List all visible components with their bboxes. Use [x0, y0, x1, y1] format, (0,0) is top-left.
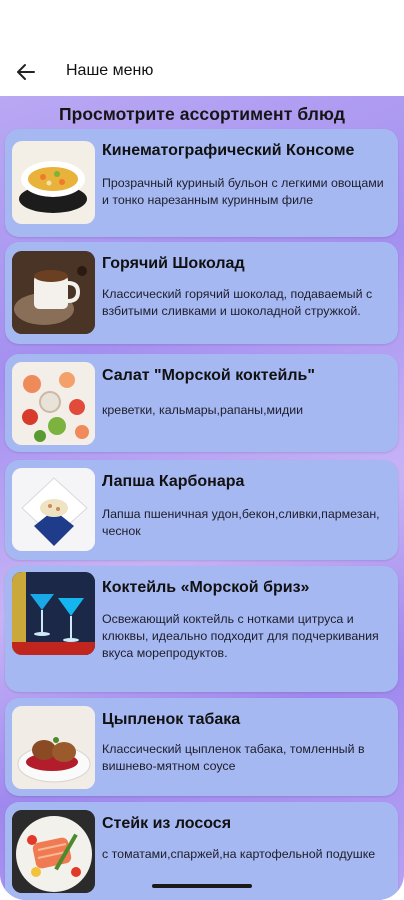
dish-name: Кинематографический Консоме [102, 142, 355, 159]
dish-card[interactable]: Лапша Карбонара Лапша пшеничная удон,бек… [5, 460, 398, 560]
dish-card[interactable]: Горячий Шоколад Классический горячий шок… [5, 242, 398, 344]
dish-card[interactable]: Кинематографический Консоме Прозрачный к… [5, 129, 398, 237]
chicken-tabaka-image [12, 706, 95, 789]
hot-chocolate-image [12, 251, 95, 334]
dish-description: креветки, кальмары,рапаны,мидии [102, 403, 304, 417]
arrow-left-icon[interactable] [14, 60, 38, 84]
dish-description: Лапша пшеничная удон,бекон,сливки,пармез… [102, 507, 380, 538]
dish-name: Горячий Шоколад [102, 255, 245, 272]
seafood-salad-image [12, 362, 95, 445]
dish-description: с томатами,спаржей,на картофельной подуш… [102, 847, 376, 861]
home-indicator[interactable] [152, 884, 252, 888]
sea-breeze-cocktail-image [12, 572, 95, 655]
dish-card[interactable]: Салат "Морской коктейль" креветки, кальм… [5, 354, 398, 452]
consomme-image [12, 141, 95, 224]
salmon-steak-image [12, 810, 95, 893]
menu-heading: Просмотрите ассортимент блюд [58, 104, 346, 124]
dish-description: Освежающий коктейль с нотками цитруса и … [102, 612, 379, 660]
dish-card[interactable]: Цыпленок табака Классический цыпленок та… [5, 698, 398, 796]
app-bar: Наше меню [0, 46, 404, 96]
dish-card[interactable]: Коктейль «Морской бриз» Освежающий кокте… [5, 566, 398, 692]
dish-name: Коктейль «Морской бриз» [102, 579, 310, 596]
dish-name: Цыпленок табака [102, 711, 241, 728]
page-title: Наше меню [66, 62, 154, 79]
phone-screen: Наше меню Просмотрите ассортимент блюд К… [0, 0, 404, 900]
dish-name: Салат "Морской коктейль" [102, 367, 315, 384]
dish-name: Лапша Карбонара [102, 473, 245, 490]
dish-name: Стейк из лосося [102, 815, 232, 832]
menu-content[interactable]: Просмотрите ассортимент блюд Кинематогра… [0, 96, 404, 900]
dish-description: Классический цыпленок табака, томленный … [102, 742, 365, 773]
dish-description: Классический горячий шоколад, подаваемый… [102, 287, 373, 318]
carbonara-image [12, 468, 95, 551]
dish-description: Прозрачный куриный бульон с легкими овощ… [102, 176, 384, 207]
